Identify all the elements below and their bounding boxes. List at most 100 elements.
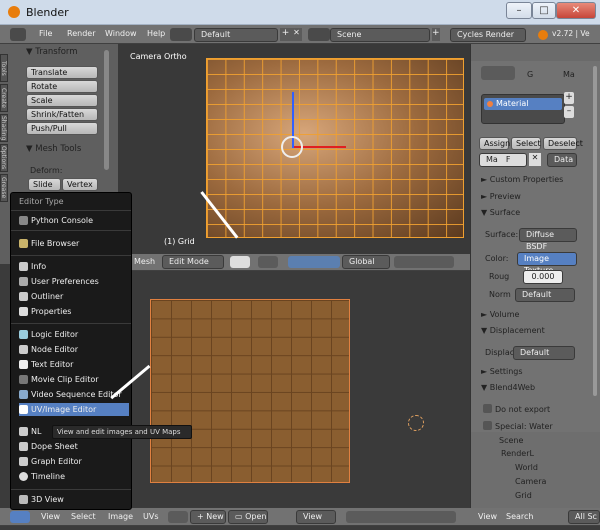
surface-shader-select[interactable]: Diffuse BSDF xyxy=(519,228,577,251)
outliner-item-world[interactable]: World xyxy=(515,463,538,472)
orientation-select[interactable]: Global xyxy=(342,255,390,269)
remove-layout-icon[interactable]: ✕ xyxy=(291,28,302,41)
render-engine-select[interactable]: Cycles Render xyxy=(450,28,526,42)
uv-image-menu[interactable]: Image xyxy=(108,512,133,521)
menu-item-python-console[interactable]: Python Console xyxy=(19,214,129,227)
minimize-button[interactable]: – xyxy=(506,2,532,19)
image-browse-icon[interactable] xyxy=(168,511,188,523)
layout-field[interactable]: Default xyxy=(194,28,278,42)
logic-icon xyxy=(19,330,28,339)
menu-render[interactable]: Render xyxy=(67,29,95,38)
section-settings[interactable]: ► Settings xyxy=(481,367,523,376)
menu-window[interactable]: Window xyxy=(105,29,137,38)
menu-item-dope-sheet[interactable]: Dope Sheet xyxy=(19,440,129,453)
shelf-scrollbar[interactable] xyxy=(104,50,109,170)
info-editor-icon[interactable] xyxy=(10,28,26,41)
3d-viewport[interactable]: Camera Ortho (1) Grid xyxy=(118,44,470,254)
props-tabs-icons[interactable] xyxy=(481,66,515,80)
do-not-export-checkbox[interactable] xyxy=(483,404,492,413)
normal-select[interactable]: Default xyxy=(515,288,575,302)
scene-icon[interactable] xyxy=(308,28,330,41)
mesh-tools-panel-title[interactable]: ▼ Mesh Tools xyxy=(26,144,81,154)
transform-panel-title[interactable]: ▼ Transform xyxy=(26,47,78,57)
data-link-select[interactable]: Data xyxy=(547,153,577,167)
section-custom-properties[interactable]: ► Custom Properties xyxy=(481,175,563,184)
uv-select-menu[interactable]: Select xyxy=(71,512,96,521)
deselect-button[interactable]: Deselect xyxy=(543,137,583,150)
add-scene-icon[interactable]: + xyxy=(432,28,440,41)
uv-image-editor[interactable] xyxy=(118,271,470,507)
section-preview[interactable]: ► Preview xyxy=(481,192,521,201)
outliner-item-grid[interactable]: Grid xyxy=(515,491,532,500)
menu-help[interactable]: Help xyxy=(147,29,165,38)
menu-item-graph-editor[interactable]: Graph Editor xyxy=(19,455,129,468)
slide-edge-button[interactable]: Slide Ed xyxy=(28,178,61,200)
maximize-button[interactable]: □ xyxy=(532,2,556,19)
section-volume[interactable]: ► Volume xyxy=(481,310,519,319)
outliner-search-menu[interactable]: Search xyxy=(506,512,533,521)
menu-item-3d-view[interactable]: 3D View xyxy=(19,493,129,506)
rotate-button[interactable]: Rotate xyxy=(26,80,98,93)
special-water-checkbox[interactable] xyxy=(483,421,492,430)
screen-layout-icon[interactable] xyxy=(170,28,192,41)
menu-item-movie-clip-editor[interactable]: Movie Clip Editor xyxy=(19,373,129,386)
uv-tools-icons[interactable] xyxy=(346,511,456,523)
props-scrollbar[interactable] xyxy=(593,66,597,396)
uv-view-menu[interactable]: View xyxy=(41,512,60,521)
section-surface[interactable]: ▼ Surface xyxy=(481,208,520,217)
select-mode-icons[interactable] xyxy=(288,256,340,268)
outliner-item-camera[interactable]: Camera xyxy=(515,477,546,486)
editor-type-icon[interactable] xyxy=(10,511,30,523)
menu-item-outliner[interactable]: Outliner xyxy=(19,290,129,303)
menu-item-uv-image-editor[interactable]: UV/Image Editor xyxy=(19,403,129,416)
slot-remove-icon[interactable]: – xyxy=(564,106,574,118)
uv-uvs-menu[interactable]: UVs xyxy=(143,512,159,521)
menu-item-file-browser[interactable]: File Browser xyxy=(19,237,129,250)
scale-button[interactable]: Scale xyxy=(26,94,98,107)
close-button[interactable]: ✕ xyxy=(556,2,596,19)
select-button[interactable]: Select xyxy=(511,137,541,150)
unlink-material-icon[interactable]: ✕ xyxy=(529,153,541,166)
snap-icons[interactable] xyxy=(394,256,454,268)
overlay-icon[interactable] xyxy=(258,256,278,268)
push-pull-button[interactable]: Push/Pull xyxy=(26,122,98,135)
mesh-menu[interactable]: Mesh xyxy=(134,257,155,266)
tab-options[interactable]: Options xyxy=(0,144,8,172)
mode-select[interactable]: Edit Mode xyxy=(162,255,224,269)
tab-shading[interactable]: Shading xyxy=(0,114,8,142)
tab-create[interactable]: Create xyxy=(0,84,8,112)
menu-item-timeline[interactable]: Timeline xyxy=(19,470,129,483)
menu-file[interactable]: File xyxy=(39,29,52,38)
material-name-field[interactable]: Ma F xyxy=(479,153,527,167)
color-input-select[interactable]: Image Texture xyxy=(517,252,577,275)
new-image-button[interactable]: + New xyxy=(190,510,226,524)
menu-item-logic-editor[interactable]: Logic Editor xyxy=(19,328,129,341)
tab-tools[interactable]: Tools xyxy=(0,54,8,82)
slot-add-icon[interactable]: + xyxy=(564,92,574,104)
displacement-select[interactable]: Default xyxy=(513,346,575,360)
menu-item-node-editor[interactable]: Node Editor xyxy=(19,343,129,356)
menu-item-user-preferences[interactable]: User Preferences xyxy=(19,275,129,288)
material-slot-list[interactable]: Material xyxy=(481,94,565,124)
tab-grease-pencil[interactable]: Grease Pencil xyxy=(0,174,8,202)
pivot-icon[interactable] xyxy=(230,256,250,268)
uv-view-select[interactable]: View xyxy=(296,510,336,524)
section-blend4web[interactable]: ▼ Blend4Web xyxy=(481,383,535,392)
outliner-filter-select[interactable]: All Sc xyxy=(568,510,600,524)
outliner-view-menu[interactable]: View xyxy=(478,512,497,521)
shrink-fatten-button[interactable]: Shrink/Fatten xyxy=(26,108,98,121)
menu-item-text-editor[interactable]: Text Editor xyxy=(19,358,129,371)
outliner-item-renderlayers[interactable]: RenderL xyxy=(501,449,534,458)
vertex-button[interactable]: Vertex xyxy=(62,178,98,191)
translate-button[interactable]: Translate xyxy=(26,66,98,79)
menu-item-info[interactable]: Info xyxy=(19,260,129,273)
open-image-button[interactable]: ▭ Open xyxy=(228,510,268,524)
add-layout-icon[interactable]: + xyxy=(280,28,291,41)
material-slot-selected[interactable]: Material xyxy=(484,98,562,110)
scene-field[interactable]: Scene xyxy=(330,28,430,42)
section-displacement[interactable]: ▼ Displacement xyxy=(481,326,545,335)
menu-item-properties[interactable]: Properties xyxy=(19,305,129,318)
assign-button[interactable]: Assign xyxy=(479,137,510,150)
roughness-field[interactable]: 0.000 xyxy=(523,270,563,284)
outliner-item-scene[interactable]: Scene xyxy=(499,436,523,445)
